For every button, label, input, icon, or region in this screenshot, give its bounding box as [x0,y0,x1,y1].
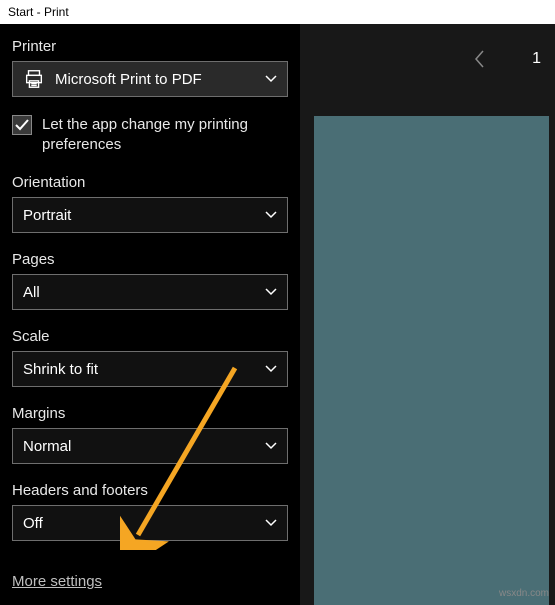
printer-group: Printer Microsoft Print to PDF [12,38,288,97]
chevron-left-icon [473,49,487,69]
content: Printer Microsoft Print to PDF [0,24,555,605]
settings-panel: Printer Microsoft Print to PDF [0,24,300,605]
window-title: Start - Print [8,5,69,19]
printing-preferences-label: Let the app change my printing preferenc… [42,115,288,154]
headers-footers-group: Headers and footers Off [12,482,288,541]
margins-group: Margins Normal [12,405,288,464]
margins-label: Margins [12,405,288,422]
printer-select-value: Microsoft Print to PDF [55,71,202,88]
printer-icon [23,68,45,90]
orientation-value: Portrait [23,207,71,224]
printer-select[interactable]: Microsoft Print to PDF [12,61,288,97]
pages-group: Pages All [12,251,288,310]
chevron-down-icon [265,440,277,452]
chevron-down-icon [265,363,277,375]
watermark: wsxdn.com [499,588,549,599]
preview-pager: 1 [300,24,555,94]
margins-value: Normal [23,438,71,455]
scale-select[interactable]: Shrink to fit [12,351,288,387]
pages-select[interactable]: All [12,274,288,310]
previous-page-button[interactable] [468,47,492,71]
chevron-down-icon [265,517,277,529]
current-page-number: 1 [532,50,541,68]
chevron-down-icon [265,286,277,298]
orientation-group: Orientation Portrait [12,174,288,233]
chevron-down-icon [265,209,277,221]
preview-panel: 1 [300,24,555,605]
pages-value: All [23,284,40,301]
margins-select[interactable]: Normal [12,428,288,464]
chevron-down-icon [265,73,277,85]
orientation-select[interactable]: Portrait [12,197,288,233]
printer-select-content: Microsoft Print to PDF [23,68,202,90]
headers-footers-label: Headers and footers [12,482,288,499]
pages-label: Pages [12,251,288,268]
scale-group: Scale Shrink to fit [12,328,288,387]
headers-footers-select[interactable]: Off [12,505,288,541]
checkmark-icon [15,118,29,132]
scale-value: Shrink to fit [23,361,98,378]
printer-label: Printer [12,38,288,55]
headers-footers-value: Off [23,515,43,532]
printing-preferences-row: Let the app change my printing preferenc… [12,115,288,154]
printing-preferences-checkbox[interactable] [12,115,32,135]
more-settings-link[interactable]: More settings [12,573,102,590]
page-preview [314,116,549,605]
orientation-label: Orientation [12,174,288,191]
window-titlebar: Start - Print [0,0,555,24]
scale-label: Scale [12,328,288,345]
